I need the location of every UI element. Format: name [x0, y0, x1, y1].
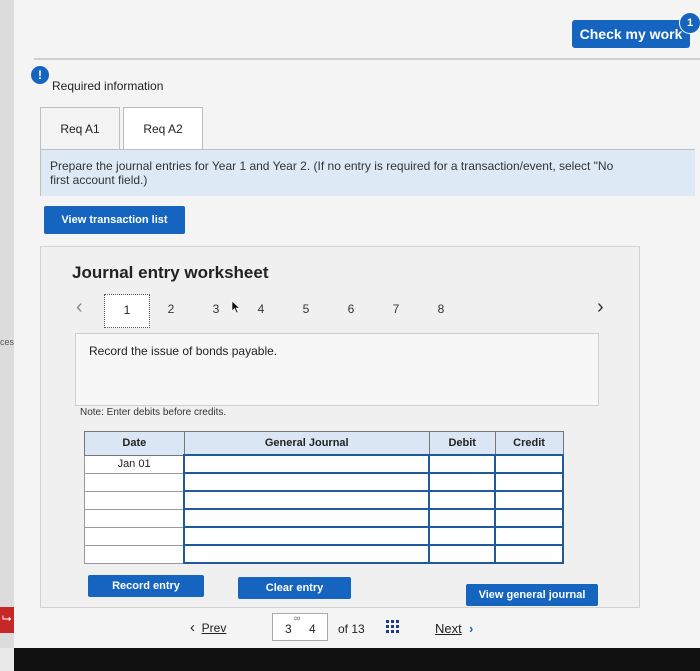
step-6[interactable]: 6 [344, 302, 358, 316]
next-link[interactable]: Next › [435, 621, 473, 636]
next-label: Next [435, 621, 462, 636]
credit-field[interactable] [494, 490, 564, 510]
entry-stepper: ‹ 1 2 3 4 5 6 7 8 › [72, 292, 632, 328]
account-field[interactable] [183, 454, 431, 474]
check-my-work-button[interactable]: Check my work [572, 20, 690, 48]
view-general-journal-button[interactable]: View general journal [466, 584, 598, 606]
side-label: ces [0, 337, 15, 347]
instruction-main: Prepare the journal entries for Year 1 a… [50, 159, 314, 173]
table-row [84, 544, 564, 564]
view-transaction-list-button[interactable]: View transaction list [44, 206, 185, 234]
clear-entry-button[interactable]: Clear entry [238, 577, 351, 599]
info-icon: ! [31, 66, 49, 84]
page-total: of 13 [338, 622, 365, 636]
chevron-right-icon[interactable]: › [597, 296, 604, 319]
tab-req-a2[interactable]: Req A2 [123, 107, 203, 149]
date-cell [84, 490, 185, 510]
page-current-a: 3 [285, 622, 292, 636]
entry-description-box: Record the issue of bonds payable. [75, 333, 599, 406]
prev-label: Prev [201, 621, 227, 635]
date-cell [84, 508, 185, 528]
instruction-text: Prepare the journal entries for Year 1 a… [50, 159, 613, 187]
req-tabs: Req A1 Req A2 [40, 107, 206, 150]
debit-column-header: Debit [428, 431, 496, 456]
account-field[interactable] [183, 472, 431, 492]
general-journal-column-header: General Journal [183, 431, 430, 456]
instruction-box: Prepare the journal entries for Year 1 a… [40, 150, 695, 196]
table-header-row: Date General Journal Debit Credit [84, 431, 564, 456]
grid-icon[interactable] [386, 620, 400, 634]
step-2[interactable]: 2 [164, 302, 178, 316]
entry-description: Record the issue of bonds payable. [89, 344, 278, 358]
chevron-right-icon: › [468, 621, 474, 636]
chevron-icon: ⮡ [2, 611, 12, 625]
debit-field[interactable] [428, 472, 497, 492]
link-icon: ∞ [294, 613, 301, 623]
account-field[interactable] [183, 544, 431, 564]
required-information-label: Required information [52, 79, 164, 93]
credit-field[interactable] [494, 526, 564, 546]
credit-column-header: Credit [494, 431, 564, 456]
credit-field[interactable] [494, 508, 564, 528]
instruction-note: (If no entry is required for a transacti… [313, 159, 614, 173]
chevron-left-icon[interactable]: ‹ [76, 296, 83, 319]
table-row [84, 472, 564, 492]
worksheet-title: Journal entry worksheet [72, 263, 269, 282]
step-4[interactable]: 4 [254, 302, 268, 316]
bottom-bar [14, 648, 700, 671]
debit-field[interactable] [428, 526, 497, 546]
step-5[interactable]: 5 [299, 302, 313, 316]
journal-table: Date General Journal Debit Credit Jan 01 [84, 431, 564, 564]
page-indicator[interactable]: ∞ 3 4 [272, 613, 328, 641]
account-field[interactable] [183, 526, 431, 546]
credit-field[interactable] [494, 454, 564, 474]
step-7[interactable]: 7 [389, 302, 403, 316]
debit-field[interactable] [428, 490, 497, 510]
date-cell [84, 472, 185, 492]
debit-field[interactable] [428, 508, 497, 528]
chevron-left-icon: ‹ [190, 619, 195, 636]
tab-req-a1[interactable]: Req A1 [40, 107, 120, 149]
account-field[interactable] [183, 490, 431, 510]
date-cell: Jan 01 [84, 454, 185, 474]
cursor-icon [231, 300, 241, 314]
record-entry-button[interactable]: Record entry [88, 575, 204, 597]
step-1[interactable]: 1 [104, 294, 150, 328]
debit-field[interactable] [428, 544, 497, 564]
credit-field[interactable] [494, 472, 564, 492]
table-row: Jan 01 [84, 454, 564, 474]
date-column-header: Date [84, 431, 185, 456]
prev-link[interactable]: ‹ Prev [190, 619, 226, 636]
date-cell [84, 544, 185, 564]
debits-note: Note: Enter debits before credits. [80, 407, 227, 418]
divider [34, 58, 700, 60]
account-field[interactable] [183, 508, 431, 528]
step-8[interactable]: 8 [434, 302, 448, 316]
left-strip: ⮡ [0, 0, 14, 648]
instruction-line2: first account field.) [50, 173, 148, 187]
step-3[interactable]: 3 [209, 302, 223, 316]
page-current-b: 4 [309, 622, 316, 636]
credit-field[interactable] [494, 544, 564, 564]
table-row [84, 508, 564, 528]
table-row [84, 526, 564, 546]
date-cell [84, 526, 185, 546]
table-row [84, 490, 564, 510]
notification-badge: 1 [679, 12, 700, 34]
alert-marker[interactable]: ⮡ [0, 607, 14, 633]
debit-field[interactable] [428, 454, 497, 474]
